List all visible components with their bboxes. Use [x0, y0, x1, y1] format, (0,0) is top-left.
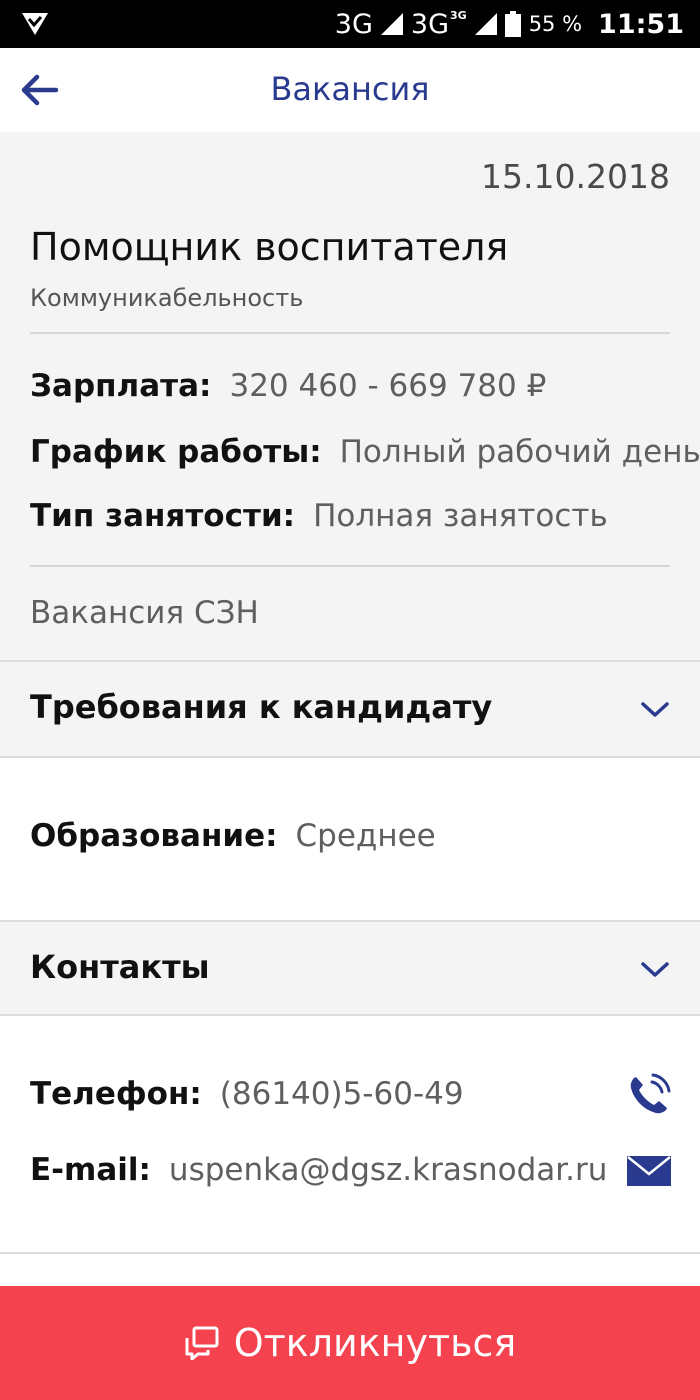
education-row: Образование: Среднее [30, 818, 436, 854]
vacancy-skill: Коммуникабельность [30, 284, 304, 312]
respond-label: Откликнуться [233, 1321, 517, 1365]
salary-label: Зарплата: [30, 368, 212, 404]
salary-value: 320 460 - 669 780 ₽ [229, 368, 547, 404]
phone-label: Телефон: [30, 1076, 202, 1112]
vacancy-summary: 15.10.2018 Помощник воспитателя Коммуник… [0, 132, 700, 662]
employment-row: Тип занятости: Полная занятость [30, 498, 608, 534]
schedule-row: График работы: Полный рабочий день [30, 434, 700, 470]
app-bar: Вакансия [0, 48, 700, 132]
employment-label: Тип занятости: [30, 498, 296, 534]
chat-bubbles-icon [185, 1326, 219, 1360]
phone-row: Телефон: (86140)5-60-49 [30, 1076, 464, 1112]
phone-call-icon[interactable] [626, 1072, 672, 1118]
email-value[interactable]: uspenka@dgsz.krasnodar.ru [169, 1152, 608, 1188]
app-notification-icon [22, 13, 48, 35]
page-title: Вакансия [270, 70, 430, 108]
email-row: E-mail: uspenka@dgsz.krasnodar.ru [30, 1152, 607, 1188]
signal-icon-2 [474, 13, 497, 35]
network-type-2: 3G 3G [410, 8, 467, 40]
signal-icon [380, 13, 403, 35]
contacts-header[interactable]: Контакты [0, 920, 700, 1016]
network-type-1: 3G [334, 8, 373, 40]
respond-button[interactable]: Откликнуться [0, 1286, 700, 1400]
battery-percent: 55 % [528, 12, 583, 36]
requirements-header[interactable]: Требования к кандидату [0, 662, 700, 758]
email-label: E-mail: [30, 1152, 151, 1188]
salary-row: Зарплата: 320 460 - 669 780 ₽ [30, 368, 546, 404]
education-label: Образование: [30, 818, 278, 854]
requirements-body: Образование: Среднее [0, 758, 700, 920]
schedule-value: Полный рабочий день [339, 434, 700, 470]
battery-icon [504, 11, 521, 37]
divider [30, 565, 670, 567]
chevron-down-icon[interactable] [640, 960, 670, 980]
contacts-body: Телефон: (86140)5-60-49 E-mail: uspenka@dg… [0, 1016, 700, 1254]
divider [30, 332, 670, 334]
publish-date: 15.10.2018 [481, 157, 670, 196]
phone-value[interactable]: (86140)5-60-49 [220, 1076, 464, 1112]
contacts-heading: Контакты [30, 948, 210, 986]
schedule-label: График работы: [30, 434, 322, 470]
education-value: Среднее [295, 818, 436, 854]
vacancy-title: Помощник воспитателя [30, 225, 509, 269]
chevron-down-icon[interactable] [640, 700, 670, 720]
requirements-heading: Требования к кандидату [30, 688, 493, 726]
clock: 11:51 [598, 8, 684, 40]
status-bar: 3G 3G 3G 55 % 11:51 [0, 0, 700, 48]
envelope-icon[interactable] [626, 1148, 672, 1194]
employment-value: Полная занятость [313, 498, 608, 534]
vacancy-source: Вакансия СЗН [30, 595, 259, 631]
